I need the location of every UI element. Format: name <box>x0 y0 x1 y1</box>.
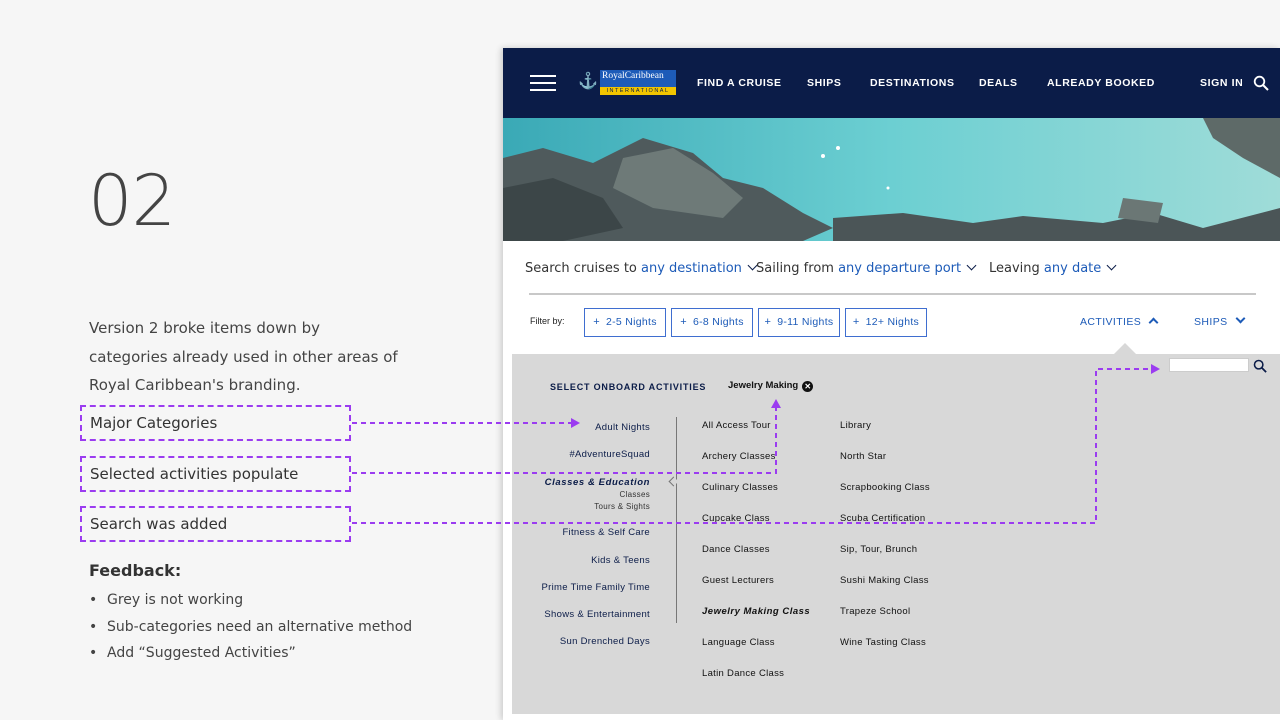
plus-icon: + <box>852 316 860 328</box>
category-fitness-self-care[interactable]: Fitness & Self Care <box>562 527 650 538</box>
pill-label: 2-5 Nights <box>605 316 657 328</box>
selected-activity-chip[interactable]: Jewelry Making ✕ <box>728 380 814 392</box>
category-prime-time-family[interactable]: Prime Time Family Time <box>542 582 650 593</box>
activities-dropdown[interactable]: ACTIVITIES <box>1080 316 1159 328</box>
activity-item[interactable]: Wine Tasting Class <box>840 637 926 648</box>
slide-intro-text: Version 2 broke items down by categories… <box>89 319 398 394</box>
filter-pill-9-11-nights[interactable]: +9-11 Nights <box>758 308 840 337</box>
brand-name: RoyalCaribbean <box>602 71 664 81</box>
close-icon[interactable]: ✕ <box>802 381 814 392</box>
category-kids-teens[interactable]: Kids & Teens <box>591 555 650 566</box>
activity-item[interactable]: Library <box>840 420 871 431</box>
plus-icon: + <box>593 316 600 328</box>
activity-item[interactable]: Language Class <box>702 637 775 648</box>
search-cruises-label: Search cruises to <box>525 261 637 276</box>
activity-item[interactable]: Cupcake Class <box>702 513 770 524</box>
nav-deals[interactable]: DEALS <box>979 77 1018 89</box>
activity-item[interactable]: Latin Dance Class <box>702 668 784 679</box>
callout-major-categories: Major Categories <box>80 405 351 441</box>
sailing-from-label: Sailing from <box>756 261 834 276</box>
nav-destinations[interactable]: DESTINATIONS <box>870 77 955 89</box>
category-classes-education[interactable]: Classes & Education <box>545 477 650 488</box>
crown-anchor-icon: ⚓ <box>578 73 598 90</box>
plus-icon: + <box>680 316 687 328</box>
chevron-down-icon <box>966 260 977 271</box>
feedback-title: Feedback: <box>89 561 182 580</box>
nav-ships[interactable]: SHIPS <box>807 77 842 89</box>
category-sun-drenched-days[interactable]: Sun Drenched Days <box>560 636 650 647</box>
search-destination[interactable]: Search cruises to any destination <box>525 260 758 276</box>
panel-title: SELECT ONBOARD ACTIVITIES <box>550 382 707 392</box>
chevron-up-icon <box>1148 317 1159 328</box>
website-mockup: ⚓ RoyalCaribbean INTERNATIONAL FIND A CR… <box>503 48 1280 720</box>
activity-item-selected[interactable]: Jewelry Making Class <box>702 606 810 617</box>
feedback-item: Add “Suggested Activities” <box>89 641 412 668</box>
activity-item[interactable]: Sip, Tour, Brunch <box>840 544 917 555</box>
slide-number: 02 <box>88 160 176 242</box>
feedback-item: Grey is not working <box>89 588 412 615</box>
hero-coastline-image <box>503 118 1280 241</box>
search-icon[interactable] <box>1253 359 1267 373</box>
pill-label: 12+ Nights <box>865 316 920 328</box>
feedback-item: Sub-categories need an alternative metho… <box>89 615 412 642</box>
chip-label: Jewelry Making <box>728 380 799 391</box>
activity-item[interactable]: Sushi Making Class <box>840 575 929 586</box>
site-navbar: ⚓ RoyalCaribbean INTERNATIONAL FIND A CR… <box>503 48 1280 118</box>
pill-label: 9-11 Nights <box>777 316 834 328</box>
search-departure-port[interactable]: Sailing from any departure port <box>756 260 977 276</box>
activity-item[interactable]: Trapeze School <box>840 606 910 617</box>
activity-item[interactable]: Archery Classes <box>702 451 776 462</box>
activity-item[interactable]: Guest Lecturers <box>702 575 774 586</box>
chevron-down-icon <box>1106 260 1117 271</box>
ships-label: SHIPS <box>1194 316 1228 328</box>
subcategory-tours-sights[interactable]: Tours & Sights <box>594 502 650 511</box>
ships-dropdown[interactable]: SHIPS <box>1194 313 1245 328</box>
feedback-list: Grey is not working Sub-categories need … <box>89 588 412 668</box>
nav-find-a-cruise[interactable]: FIND A CRUISE <box>697 77 782 89</box>
departure-port-value[interactable]: any departure port <box>838 261 961 276</box>
filter-pill-12-nights[interactable]: +12+ Nights <box>845 308 927 337</box>
date-value[interactable]: any date <box>1044 261 1101 276</box>
filter-pill-6-8-nights[interactable]: +6-8 Nights <box>671 308 753 337</box>
pill-label: 6-8 Nights <box>692 316 744 328</box>
nav-already-booked[interactable]: ALREADY BOOKED <box>1047 77 1155 89</box>
filter-label: Filter by: <box>530 316 565 326</box>
activity-item[interactable]: Scuba Certification <box>840 513 925 524</box>
search-icon[interactable] <box>1253 75 1269 91</box>
search-divider <box>529 293 1256 295</box>
brand-subtitle: INTERNATIONAL <box>600 87 676 95</box>
category-adventure-squad[interactable]: #AdventureSquad <box>569 449 650 460</box>
leaving-label: Leaving <box>989 261 1040 276</box>
activity-search-input[interactable] <box>1169 358 1249 372</box>
search-leaving-date[interactable]: Leaving any date <box>989 260 1117 276</box>
activity-item[interactable]: North Star <box>840 451 886 462</box>
activities-label: ACTIVITIES <box>1080 316 1142 328</box>
filter-pill-2-5-nights[interactable]: +2-5 Nights <box>584 308 666 337</box>
destination-value[interactable]: any destination <box>641 261 742 276</box>
category-shows-entertainment[interactable]: Shows & Entertainment <box>544 609 650 620</box>
callout-selected-activities: Selected activities populate <box>80 456 351 492</box>
category-adult-nights[interactable]: Adult Nights <box>595 422 650 433</box>
brand-logo[interactable]: ⚓ RoyalCaribbean INTERNATIONAL <box>578 70 676 95</box>
subcategory-classes[interactable]: Classes <box>619 490 650 499</box>
hamburger-menu-icon[interactable] <box>530 75 556 93</box>
category-divider <box>676 417 677 623</box>
activity-item[interactable]: Scrapbooking Class <box>840 482 930 493</box>
plus-icon: + <box>764 316 772 328</box>
chevron-down-icon <box>1235 313 1245 324</box>
nav-sign-in[interactable]: SIGN IN <box>1200 77 1243 89</box>
activity-item[interactable]: Culinary Classes <box>702 482 778 493</box>
activity-item[interactable]: All Access Tour <box>702 420 771 431</box>
panel-pointer <box>1114 343 1136 354</box>
activity-item[interactable]: Dance Classes <box>702 544 770 555</box>
callout-search-added: Search was added <box>80 506 351 542</box>
